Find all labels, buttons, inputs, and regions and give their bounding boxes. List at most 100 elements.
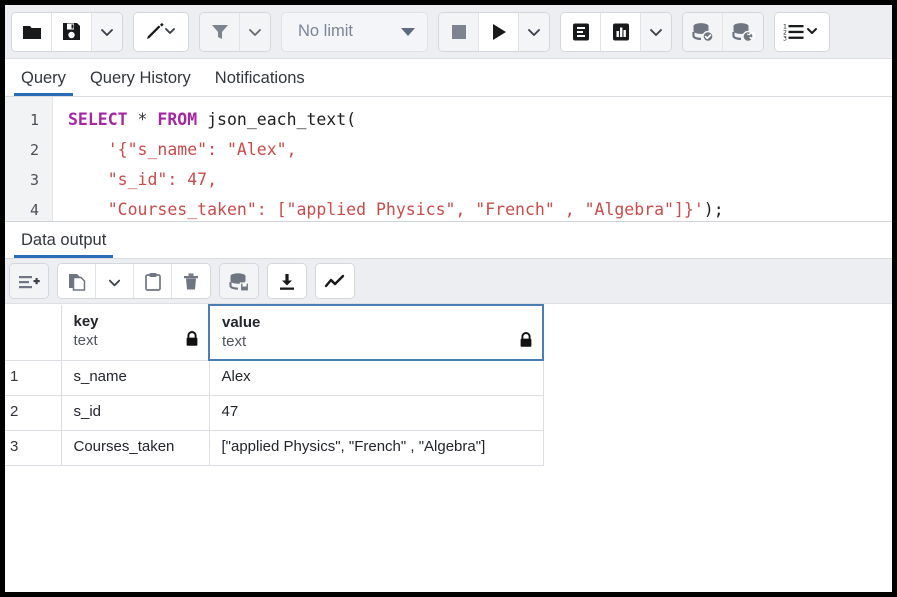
- sql-token: [68, 200, 108, 219]
- commit-button[interactable]: [683, 13, 723, 51]
- tab-data-output[interactable]: Data output: [9, 228, 118, 258]
- stop-square-icon: [450, 23, 468, 41]
- sql-code-text[interactable]: SELECT * FROM json_each_text( '{"s_name"…: [53, 97, 892, 221]
- add-row-icon: [18, 272, 40, 292]
- line-number: 4: [5, 195, 52, 222]
- execute-button-group: [438, 12, 550, 52]
- row-limit-select[interactable]: No limit: [281, 12, 428, 52]
- add-row-button[interactable]: [10, 264, 48, 299]
- tab-query-history[interactable]: Query History: [78, 66, 203, 96]
- tab-query-history-label: Query History: [90, 69, 191, 87]
- save-disk-icon: [61, 21, 82, 42]
- output-tabbar: Data output: [5, 222, 892, 259]
- sql-token: "s_id": 47,: [108, 170, 217, 189]
- chevron-down-icon: [526, 24, 542, 40]
- execute-button[interactable]: [479, 13, 519, 51]
- table-row[interactable]: 3Courses_taken["applied Physics", "Frenc…: [5, 430, 543, 465]
- column-header-value[interactable]: value text: [209, 305, 543, 360]
- sql-token: SELECT: [68, 110, 128, 129]
- file-button-group: [11, 12, 123, 52]
- tab-query-label: Query: [21, 69, 66, 87]
- cell-key[interactable]: Courses_taken: [61, 430, 209, 465]
- query-tabbar: Query Query History Notifications: [5, 59, 892, 97]
- copy-icon: [67, 272, 87, 292]
- save-options-dropdown[interactable]: [92, 13, 122, 51]
- result-table: key text value text: [5, 304, 544, 466]
- play-triangle-icon: [489, 22, 509, 42]
- sql-token: "Courses_taken": ["applied Physics", "Fr…: [108, 200, 704, 219]
- delete-row-button[interactable]: [172, 264, 210, 299]
- column-header-type: text: [74, 331, 199, 351]
- stop-button[interactable]: [439, 13, 479, 51]
- pgadmin-query-tool-window: No limit: [0, 0, 897, 597]
- filter-options-dropdown[interactable]: [240, 13, 270, 51]
- sql-code-line: "Courses_taken": ["applied Physics", "Fr…: [68, 195, 892, 221]
- explain-analyze-button[interactable]: [601, 13, 641, 51]
- edit-button-group: [133, 12, 189, 52]
- execute-options-dropdown[interactable]: [519, 13, 549, 51]
- lock-icon: [519, 332, 533, 353]
- result-grid: key text value text: [5, 304, 892, 466]
- sql-editor[interactable]: 1 2 3 4 5 SELECT * FROM json_each_text( …: [5, 97, 892, 222]
- save-data-changes-button[interactable]: [220, 264, 258, 299]
- add-row-group: [9, 263, 49, 299]
- tab-notifications[interactable]: Notifications: [203, 66, 317, 96]
- filter-button[interactable]: [200, 13, 240, 51]
- line-number: 3: [5, 165, 52, 195]
- explain-options-dropdown[interactable]: [641, 13, 671, 51]
- save-database-icon: [228, 272, 250, 292]
- table-row[interactable]: 2s_id47: [5, 395, 543, 430]
- sql-token: '{"s_name": "Alex",: [108, 140, 297, 159]
- line-chart-icon: [324, 272, 346, 292]
- tab-data-output-label: Data output: [21, 231, 106, 249]
- graph-group: [315, 263, 355, 299]
- sql-token: *: [138, 110, 148, 129]
- download-group: [267, 263, 307, 299]
- rollback-button[interactable]: [723, 13, 763, 51]
- paste-button[interactable]: [134, 264, 172, 299]
- save-file-button[interactable]: [52, 13, 92, 51]
- lock-icon: [185, 331, 199, 352]
- copy-button[interactable]: [58, 264, 96, 299]
- edit-button[interactable]: [134, 13, 188, 51]
- data-output-toolbar: [5, 259, 892, 304]
- explain-button-group: [560, 12, 672, 52]
- cell-key[interactable]: s_id: [61, 395, 209, 430]
- macros-button[interactable]: 1 2 3: [775, 13, 829, 51]
- tab-query[interactable]: Query: [9, 66, 78, 96]
- column-header-name: value: [222, 313, 532, 332]
- table-row[interactable]: 1s_nameAlex: [5, 360, 543, 395]
- editor-line-numbers: 1 2 3 4 5: [5, 97, 53, 221]
- save-data-group: [219, 263, 259, 299]
- sql-token: );: [704, 200, 724, 219]
- folder-icon: [21, 21, 43, 43]
- table-body: 1s_nameAlex2s_id473Courses_taken["applie…: [5, 360, 543, 465]
- download-button[interactable]: [268, 264, 306, 299]
- sql-token: [68, 140, 108, 159]
- copy-options-dropdown[interactable]: [96, 264, 134, 299]
- cell-value[interactable]: ["applied Physics", "French" , "Algebra"…: [209, 430, 543, 465]
- numbered-list-icon: 1 2 3: [782, 21, 822, 43]
- cell-key[interactable]: s_name: [61, 360, 209, 395]
- chevron-down-icon: [107, 275, 122, 290]
- row-number-cell: 1: [5, 360, 61, 395]
- graph-visualiser-button[interactable]: [316, 264, 354, 299]
- line-number: 1: [5, 105, 52, 135]
- row-limit-value: No limit: [298, 22, 353, 41]
- cell-value[interactable]: Alex: [209, 360, 543, 395]
- bar-chart-icon: [611, 22, 631, 42]
- sql-code-line: SELECT * FROM json_each_text(: [68, 105, 892, 135]
- rollback-database-undo-icon: [731, 21, 755, 43]
- column-header-key[interactable]: key text: [61, 305, 209, 360]
- sql-token: [128, 110, 138, 129]
- explain-button[interactable]: [561, 13, 601, 51]
- row-number-cell: 2: [5, 395, 61, 430]
- download-icon: [277, 272, 297, 292]
- chevron-down-icon: [99, 24, 115, 40]
- cell-value[interactable]: 47: [209, 395, 543, 430]
- explain-e-icon: [571, 22, 591, 42]
- open-file-button[interactable]: [12, 13, 52, 51]
- row-number-cell: 3: [5, 430, 61, 465]
- paste-clipboard-icon: [144, 272, 162, 292]
- commit-database-check-icon: [691, 21, 715, 43]
